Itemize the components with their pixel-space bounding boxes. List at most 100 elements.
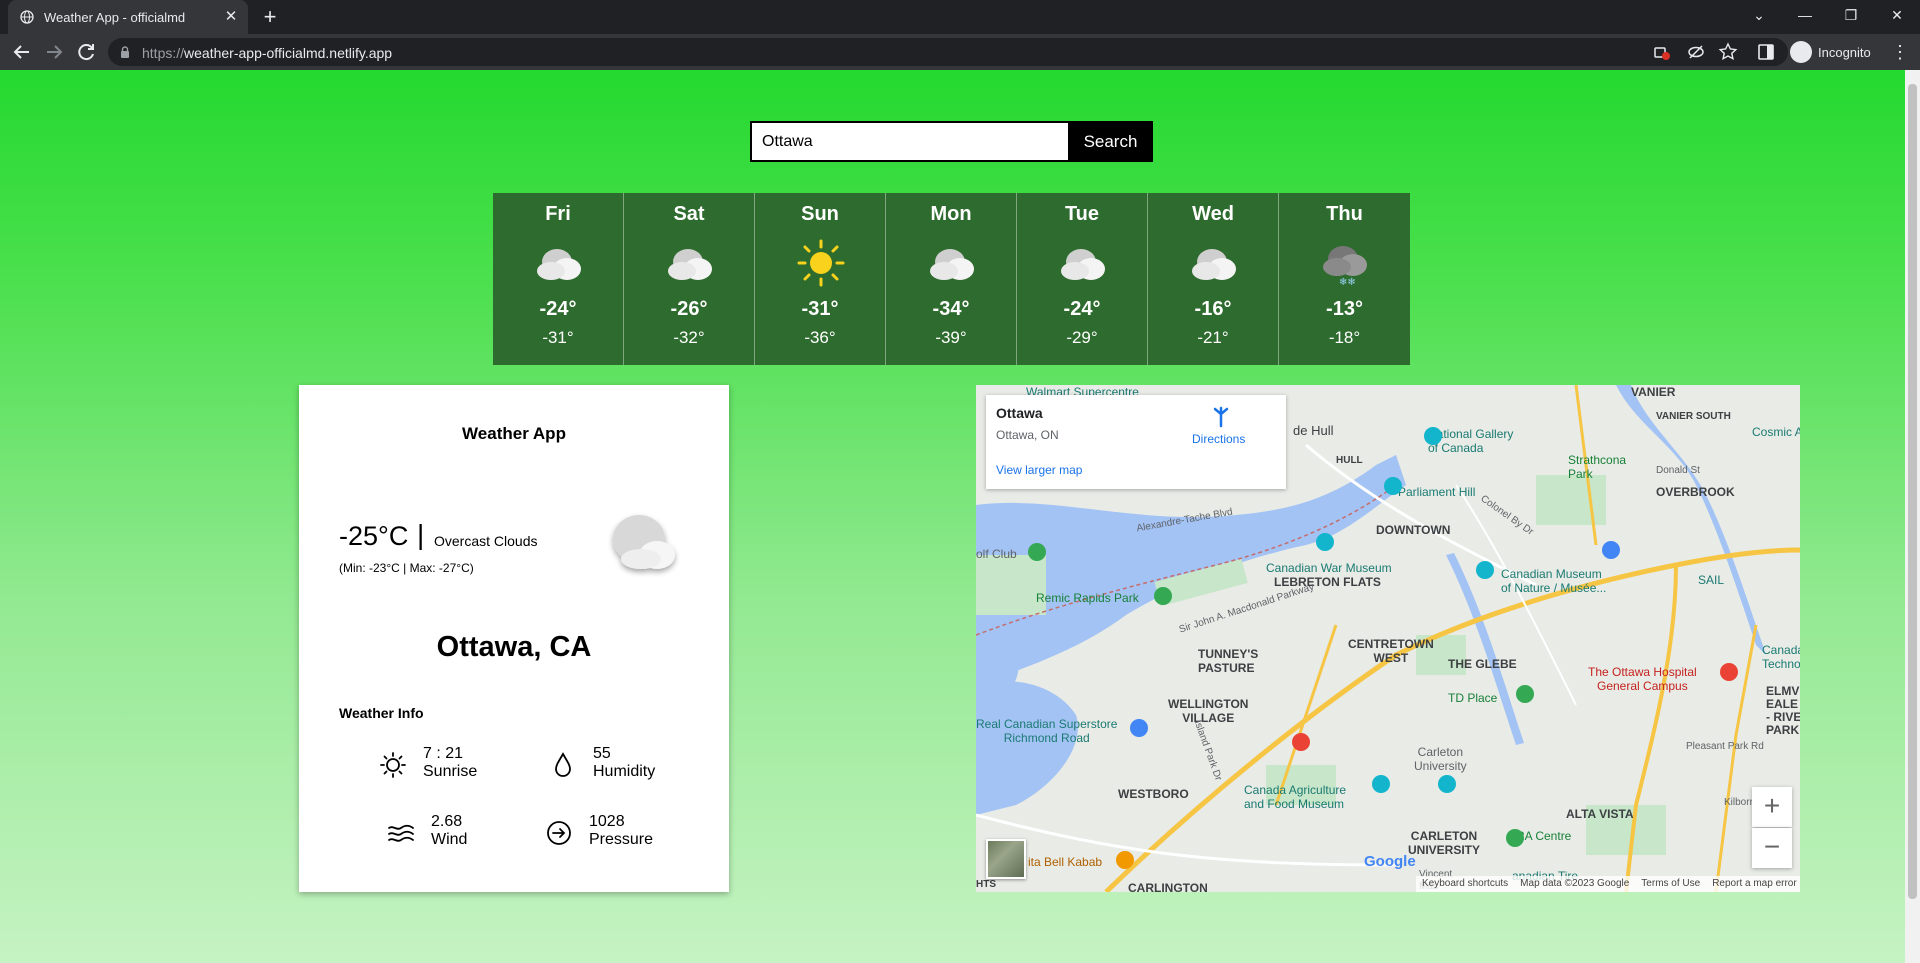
url-text: https://weather-app-officialmd.netlify.a…	[142, 45, 393, 61]
camera-blocked-icon[interactable]	[1652, 42, 1672, 62]
day-min-temp: -36°	[804, 328, 836, 347]
bookmark-star-icon[interactable]	[1718, 42, 1738, 62]
museum-pin-icon[interactable]	[1424, 427, 1442, 445]
map-label: TUNNEY'S PASTURE	[1198, 647, 1259, 675]
cloud-icon	[1061, 249, 1105, 280]
back-icon[interactable]	[10, 40, 34, 64]
side-panel-icon[interactable]	[1756, 42, 1776, 62]
weather-info-heading: Weather Info	[339, 705, 424, 721]
humidity-value: 55	[593, 745, 611, 762]
address-bar[interactable]: https://weather-app-officialmd.netlify.a…	[108, 38, 1788, 66]
map-label: Canada Techno	[1762, 643, 1800, 671]
search-button[interactable]: Search	[1068, 121, 1153, 162]
terms-link[interactable]: Terms of Use	[1641, 878, 1700, 890]
museum-pin-icon[interactable]	[1476, 561, 1494, 579]
park-pin-icon[interactable]	[1506, 829, 1524, 847]
day-min-temp: -21°	[1197, 328, 1229, 347]
search-input[interactable]	[750, 121, 1070, 162]
google-logo: Google	[1364, 853, 1416, 870]
new-tab-icon[interactable]: +	[258, 5, 282, 29]
map-label: Parliament Hill	[1398, 485, 1476, 499]
hospital-pin-icon[interactable]	[1292, 733, 1310, 751]
day-max-temp: -16°	[1194, 298, 1232, 320]
day-max-temp: -24°	[539, 298, 577, 320]
map-attribution: Keyboard shortcuts Map data ©2023 Google…	[1416, 876, 1800, 892]
map-place-card: Ottawa Ottawa, ON View larger map Direct…	[986, 395, 1286, 489]
google-map[interactable]: Walmart Supercentre de Hull VANIER VANIE…	[976, 385, 1800, 892]
sun-outline-icon	[380, 752, 406, 778]
wind-value: 2.68	[431, 813, 463, 830]
museum-pin-icon[interactable]	[1372, 775, 1390, 793]
forecast-day: Mon -34° -39°	[886, 193, 1017, 365]
day-name: Tue	[1064, 203, 1100, 225]
tab-bar: Weather App - officialmd ✕ + ⌄ — ❐ ✕	[0, 0, 1920, 34]
card-title: Weather App	[462, 424, 566, 443]
more-menu-icon[interactable]: ⋮	[1890, 41, 1910, 63]
keyboard-shortcuts-link[interactable]: Keyboard shortcuts	[1422, 878, 1508, 890]
park-pin-icon[interactable]	[1154, 587, 1172, 605]
golf-pin-icon[interactable]	[1028, 543, 1046, 561]
cloud-icon	[537, 249, 581, 280]
browser-tab[interactable]: Weather App - officialmd ✕	[8, 0, 248, 34]
university-pin-icon[interactable]	[1438, 775, 1456, 793]
map-label: Remic Rapids Park	[1036, 591, 1139, 605]
map-label: CARLETON UNIVERSITY	[1408, 829, 1481, 857]
lock-icon[interactable]	[118, 45, 132, 59]
satellite-toggle[interactable]	[986, 839, 1026, 879]
map-label: Strathcona Park	[1568, 453, 1627, 481]
pressure-label: Pressure	[589, 831, 654, 848]
map-label: Canada Agriculture and Food Museum	[1244, 783, 1347, 811]
forecast-day: Sun -31° -36°	[755, 193, 886, 365]
sun-icon	[797, 239, 845, 287]
map-label: ita Bell Kabab	[1028, 855, 1103, 869]
map-label: LEBRETON FLATS	[1274, 575, 1381, 589]
pressure-arrow-icon	[547, 821, 571, 845]
window-close-icon[interactable]: ✕	[1874, 0, 1920, 30]
day-name: Thu	[1326, 203, 1363, 225]
scrollbar-thumb[interactable]	[1908, 84, 1917, 899]
water-drop-icon	[555, 752, 571, 777]
restore-icon[interactable]: ❐	[1828, 0, 1874, 30]
map-label: CARLINGTON	[1128, 881, 1208, 892]
weather-description: Overcast Clouds	[434, 533, 538, 549]
hospital-pin-icon[interactable]	[1720, 663, 1738, 681]
directions-link[interactable]: Directions	[1192, 432, 1245, 446]
forecast-day: Thu ❄❄ -13° -18°	[1279, 193, 1410, 365]
zoom-out-button[interactable]: −	[1752, 828, 1792, 868]
page-scrollbar[interactable]	[1905, 70, 1920, 963]
map-label: VANIER SOUTH	[1656, 411, 1731, 422]
humidity-stat: 55 Humidity	[549, 745, 699, 785]
directions-icon[interactable]	[1210, 406, 1232, 428]
eye-off-icon[interactable]	[1686, 42, 1706, 62]
landmark-pin-icon[interactable]	[1384, 477, 1402, 495]
zoom-in-button[interactable]: +	[1752, 787, 1792, 827]
map-label: RA Centre	[1516, 829, 1572, 843]
view-larger-map-link[interactable]: View larger map	[996, 463, 1082, 477]
forecast-day: Fri -24° -31°	[493, 193, 624, 365]
tab-search-icon[interactable]: ⌄	[1736, 0, 1782, 30]
reload-icon[interactable]	[74, 40, 98, 64]
stadium-pin-icon[interactable]	[1516, 685, 1534, 703]
minimize-icon[interactable]: —	[1782, 0, 1828, 30]
restaurant-pin-icon[interactable]	[1116, 851, 1134, 869]
map-label: WELLINGTON VILLAGE	[1168, 697, 1249, 725]
map-label: CENTRETOWN WEST	[1348, 637, 1434, 665]
day-max-temp: -13°	[1326, 298, 1363, 320]
forecast-day: Wed -16° -21°	[1148, 193, 1279, 365]
day-max-temp: -26°	[670, 298, 708, 320]
forward-icon[interactable]	[42, 40, 66, 64]
store-pin-icon[interactable]	[1130, 719, 1148, 737]
map-label: TD Place	[1448, 691, 1498, 705]
store-pin-icon[interactable]	[1602, 541, 1620, 559]
day-min-temp: -31°	[542, 328, 574, 347]
day-name: Sun	[801, 203, 839, 225]
wind-label: Wind	[431, 831, 468, 848]
map-label: olf Club	[976, 547, 1017, 561]
city-name: Ottawa, CA	[436, 631, 592, 663]
incognito-profile[interactable]: Incognito	[1790, 38, 1886, 66]
report-error-link[interactable]: Report a map error	[1712, 878, 1796, 890]
map-label: VANIER	[1631, 385, 1676, 399]
day-min-temp: -18°	[1328, 328, 1361, 347]
close-tab-icon[interactable]: ✕	[222, 8, 240, 26]
museum-pin-icon[interactable]	[1316, 533, 1334, 551]
